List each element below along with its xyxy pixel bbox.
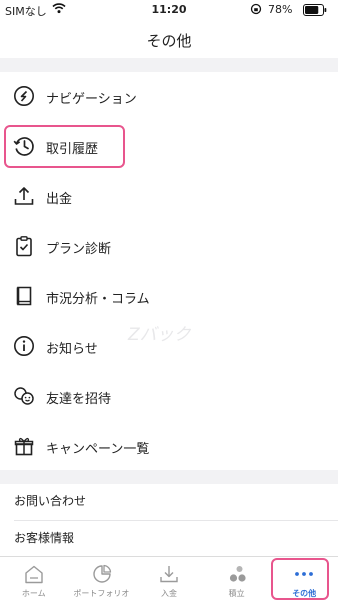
menu-item-plan-diagnosis[interactable]: プラン診断: [0, 222, 338, 272]
tab-home[interactable]: ホーム: [0, 557, 68, 601]
info-icon: [14, 336, 34, 356]
menu-item-label: 出金: [46, 192, 73, 207]
compass-icon: [14, 86, 34, 106]
link-label: お客様情報: [14, 531, 75, 545]
menu-item-label: お知らせ: [46, 342, 98, 357]
header: その他: [0, 20, 338, 58]
orientation-lock-icon: [250, 3, 262, 15]
support-links: お問い合わせ お客様情報: [0, 484, 338, 556]
battery-icon: [303, 4, 327, 16]
clipboard-check-icon: [16, 236, 32, 257]
highlight-box-other-tab: [271, 558, 329, 600]
menu-item-label: プラン診断: [46, 242, 112, 257]
status-bar: SIMなし 11:20 78%: [0, 0, 338, 20]
tab-label: ポートフォリオ: [73, 589, 130, 598]
menu-item-label: ナビゲーション: [46, 92, 137, 107]
tab-deposit[interactable]: 入金: [135, 557, 203, 601]
tab-label: ホーム: [21, 589, 46, 598]
tab-portfolio[interactable]: ポートフォリオ: [68, 557, 136, 601]
friends-icon: [14, 387, 34, 405]
upload-icon: [14, 187, 34, 205]
menu-item-campaigns[interactable]: キャンペーン一覧: [0, 422, 338, 472]
menu-item-label: 友達を招待: [46, 392, 112, 407]
highlight-box-transaction-history: [4, 125, 125, 168]
menu-item-withdrawal[interactable]: 出金: [0, 172, 338, 222]
deposit-icon: [160, 566, 178, 583]
battery-percent: 78%: [268, 3, 293, 16]
tab-label: 積立: [228, 589, 245, 598]
portfolio-icon: [92, 564, 111, 583]
watermark: Zバック: [128, 325, 191, 345]
section-gap: [0, 58, 338, 72]
menu-item-label: 市況分析・コラム: [46, 292, 150, 307]
section-gap: [0, 470, 338, 484]
menu-item-navigation[interactable]: ナビゲーション: [0, 72, 338, 122]
savings-icon: [229, 566, 246, 582]
menu-item-market-analysis[interactable]: 市況分析・コラム: [0, 272, 338, 322]
tab-label: 入金: [160, 589, 177, 598]
link-label: お問い合わせ: [14, 494, 87, 508]
gift-icon: [14, 437, 34, 456]
page-title: その他: [146, 32, 192, 50]
link-contact[interactable]: お問い合わせ: [0, 484, 338, 520]
menu-item-invite-friends[interactable]: 友達を招待: [0, 372, 338, 422]
menu-item-label: キャンペーン一覧: [46, 442, 150, 457]
book-icon: [16, 286, 32, 306]
link-customer-info[interactable]: お客様情報: [0, 521, 338, 557]
tab-savings[interactable]: 積立: [203, 557, 271, 601]
home-icon: [25, 565, 43, 584]
